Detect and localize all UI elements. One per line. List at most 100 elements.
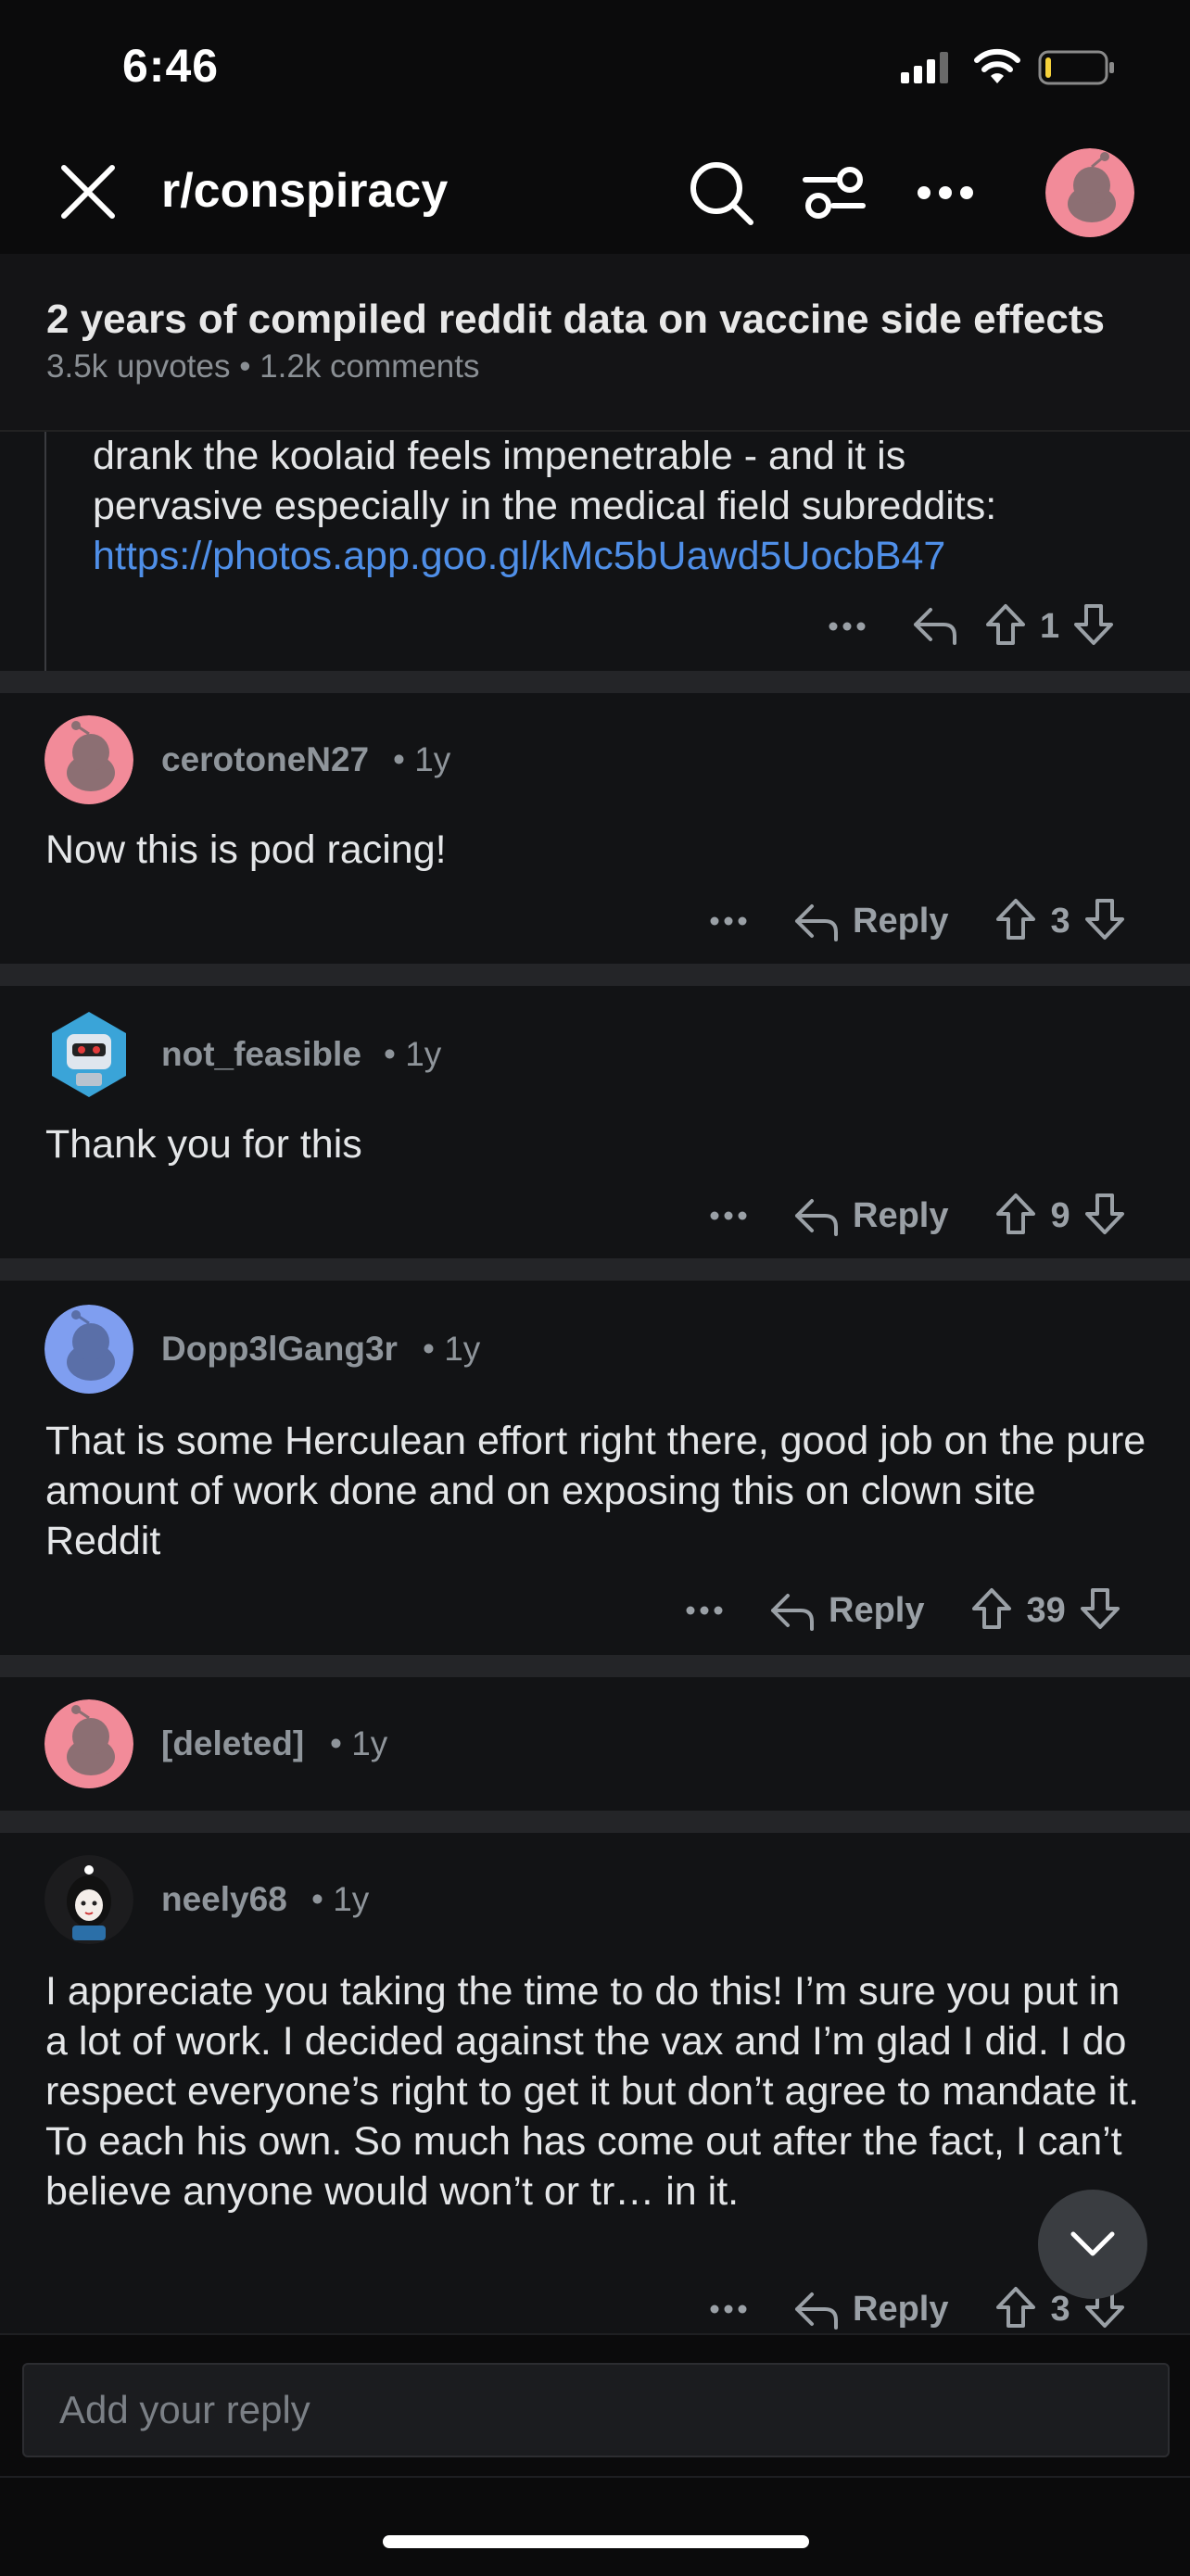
comment-more-button[interactable]	[701, 916, 756, 926]
comment-more-button[interactable]	[677, 1606, 732, 1615]
downvote-button[interactable]	[1083, 897, 1126, 946]
comment-age-value: 1y	[405, 1035, 442, 1073]
thread-line	[44, 432, 46, 671]
comment-separator	[0, 1655, 1190, 1677]
vote-count: 3	[1050, 901, 1070, 941]
sliders-icon	[803, 167, 866, 219]
snoo-avatar-icon	[44, 715, 133, 804]
comment-age: • 1y	[384, 1035, 442, 1073]
comment-separator	[0, 1811, 1190, 1833]
comment-username[interactable]: neely68	[161, 1880, 287, 1919]
upvote-button[interactable]	[994, 1192, 1037, 1241]
more-icon	[918, 186, 973, 199]
comment-age: • 1y	[423, 1330, 481, 1368]
user-avatar[interactable]	[44, 715, 133, 804]
upvote-icon	[996, 2286, 1036, 2328]
comment-separator	[0, 671, 1190, 693]
comment-more-button[interactable]	[819, 622, 875, 631]
upvote-icon	[996, 898, 1036, 940]
snoo-avatar-icon	[44, 1699, 133, 1788]
comment-text-line: drank the koolaid feels impenetrable - a…	[93, 434, 906, 478]
comment-separator	[0, 1258, 1190, 1281]
profile-avatar[interactable]	[1045, 148, 1134, 237]
search-button[interactable]	[684, 156, 758, 230]
comment-body: That is some Herculean effort right ther…	[45, 1419, 1146, 1563]
comment-age: • 1y	[393, 740, 451, 778]
more-icon	[829, 622, 866, 631]
close-icon	[61, 165, 115, 219]
search-icon	[690, 162, 753, 225]
upvote-icon	[986, 603, 1025, 645]
downvote-button[interactable]	[1079, 1586, 1121, 1635]
vote-count: 1	[1040, 606, 1060, 646]
downvote-icon	[1084, 898, 1124, 940]
comment-more-button[interactable]	[701, 2305, 756, 2314]
reply-icon	[795, 1199, 838, 1236]
status-time: 6:46	[122, 40, 220, 92]
upvote-button[interactable]	[994, 2285, 1037, 2334]
more-icon	[710, 1211, 747, 1220]
post-summary-bar[interactable]	[0, 254, 1190, 432]
more-options-button[interactable]	[912, 167, 979, 219]
comment-link[interactable]: https://photos.app.goo.gl/kMc5bUawd5Uocb…	[93, 534, 945, 579]
user-avatar[interactable]	[44, 1010, 133, 1099]
comment-username[interactable]: cerotoneN27	[161, 740, 369, 779]
reply-button[interactable]: Reply	[793, 2289, 948, 2330]
comment-age-value: 1y	[444, 1330, 481, 1368]
vote-count: 3	[1050, 2289, 1070, 2329]
home-indicator[interactable]	[383, 2535, 809, 2548]
snoo-avatar-icon	[1045, 148, 1134, 237]
comment-actions: Reply 9	[701, 1186, 1126, 1245]
comment-username: [deleted]	[161, 1724, 305, 1762]
reply-label: Reply	[853, 901, 949, 941]
more-icon	[710, 916, 747, 926]
comment-actions: 1	[819, 597, 1115, 656]
close-button[interactable]	[54, 158, 122, 226]
comment-more-button[interactable]	[701, 1211, 756, 1220]
comment-body: Now this is pod racing!	[45, 827, 447, 872]
reply-icon	[795, 904, 838, 941]
user-avatar	[44, 1699, 133, 1788]
comment-body: Thank you for this	[45, 1122, 362, 1167]
comment-separator	[0, 964, 1190, 986]
comment-username[interactable]: Dopp3lGang3r	[161, 1330, 398, 1369]
reply-icon	[795, 2292, 838, 2330]
wifi-icon	[973, 46, 1021, 85]
comment-text-line: pervasive especially in the medical fiel…	[93, 484, 997, 528]
comment-age-value: 1y	[414, 740, 451, 778]
upvote-button[interactable]	[970, 1586, 1013, 1635]
reply-label: Reply	[853, 2289, 949, 2329]
comment-age: • 1y	[311, 1880, 370, 1918]
downvote-icon	[1080, 1587, 1120, 1629]
downvote-icon	[1084, 1193, 1124, 1234]
chevron-down-icon	[1070, 2231, 1115, 2256]
vote-count: 39	[1026, 1590, 1066, 1630]
user-photo-avatar-icon	[44, 1855, 133, 1944]
post-meta: 3.5k upvotes • 1.2k comments	[46, 348, 480, 385]
reply-button[interactable]: Reply	[769, 1590, 924, 1631]
reply-button[interactable]: Reply	[793, 901, 948, 941]
comment-username[interactable]: not_feasible	[161, 1035, 361, 1074]
reply-button[interactable]	[912, 604, 958, 650]
sort-filter-button[interactable]	[799, 158, 869, 228]
vote-count: 9	[1050, 1195, 1070, 1235]
cellular-signal-icon	[901, 52, 949, 83]
reply-icon	[914, 607, 956, 645]
reply-button[interactable]: Reply	[793, 1195, 948, 1236]
next-comment-button[interactable]	[1038, 2190, 1147, 2299]
post-title[interactable]: 2 years of compiled reddit data on vacci…	[46, 297, 1105, 343]
comment-actions: Reply 3	[701, 891, 1126, 951]
reply-input[interactable]	[24, 2365, 1168, 2456]
downvote-button[interactable]	[1072, 602, 1115, 651]
upvote-button[interactable]	[994, 897, 1037, 946]
upvote-button[interactable]	[984, 602, 1027, 651]
subreddit-title[interactable]: r/conspiracy	[161, 163, 448, 219]
reply-icon	[771, 1594, 814, 1631]
reply-input-container[interactable]	[22, 2363, 1170, 2457]
user-avatar[interactable]	[44, 1855, 133, 1944]
comment-age: • 1y	[330, 1724, 388, 1762]
comment-age-value: 1y	[333, 1880, 370, 1918]
robot-avatar-icon	[52, 1012, 126, 1097]
downvote-button[interactable]	[1083, 1192, 1126, 1241]
user-avatar[interactable]	[44, 1305, 133, 1394]
